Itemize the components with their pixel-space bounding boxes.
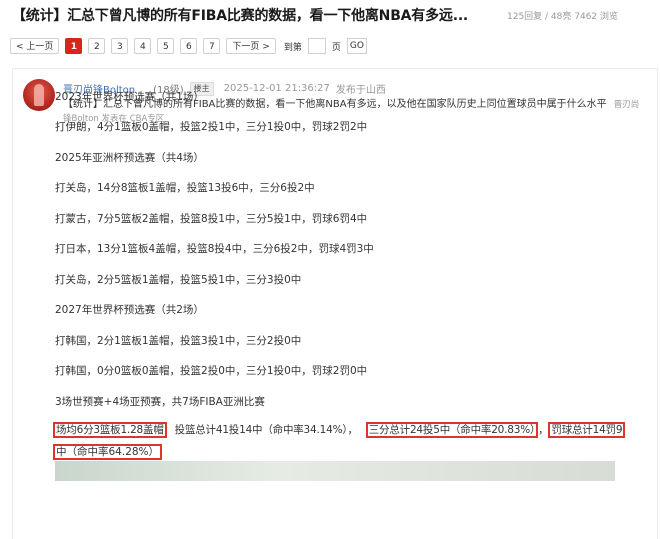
goto-label: 到第 [283,42,302,53]
page-button-7[interactable]: 7 [203,38,221,54]
page-button-2[interactable]: 2 [88,38,106,54]
separator: ， [538,424,549,436]
highlight-line-2: 中（命中率64.28%） [53,444,163,460]
page-button-3[interactable]: 3 [111,38,129,54]
highlight-line-1: 场均6分3篮板1.28盖帽 投篮总计41投14中（命中率34.14%）， 三分总计2… [53,422,626,438]
post-time: 2025-12-01 21:36:27 [223,83,330,94]
thread-header: 【统计】汇总下曾凡博的所有FIBA比赛的数据，看一下他离NBA有多远... 12… [12,0,652,30]
highlight-ft-rate: 中（命中率64.28%） [53,444,163,460]
highlight-avg: 场均6分3篮板1.28盖帽 [53,422,167,438]
content-line: 打关岛，14分8篮板1盖帽，投篮13投6中，三分6投2中 [55,182,315,194]
page-button-4[interactable]: 4 [134,38,152,54]
page-button-5[interactable]: 5 [157,38,175,54]
next-page-button[interactable]: 下一页 > [226,38,276,54]
content-line: 2023年世界杯预选赛（共1场） [55,91,204,103]
prev-page-button[interactable]: < 上一页 [10,38,60,54]
highlight-three: 三分总计24投5中（命中率20.83%） [365,422,539,438]
post-image[interactable] [55,461,615,481]
go-button[interactable]: GO [346,38,367,54]
content-line: 打韩国，2分1篮板1盖帽，投篮3投1中，三分2投0中 [55,335,302,347]
fg-total: 投篮总计41投14中（命中率34.14%）， [174,424,358,436]
page-number-input[interactable] [307,38,326,54]
page-label: 页 [331,42,341,53]
content-line: 3场世预赛+4场亚预赛，共7场FIBA亚洲比赛 [55,396,265,408]
thread-stats: 125回复 / 48亮 7462 浏览 [507,12,619,22]
pagination: < 上一页 1 2 3 4 5 6 7 下一页 > 到第 页 GO [10,37,367,55]
avatar[interactable] [23,79,55,111]
thread-title: 【统计】汇总下曾凡博的所有FIBA比赛的数据，看一下他离NBA有多远... [12,8,469,24]
page-button-6[interactable]: 6 [180,38,198,54]
post-location: 发布于山西 [335,85,386,96]
content-line: 打日本，13分1篮板4盖帽，投篮8投4中，三分6投2中，罚球4罚3中 [55,243,374,255]
content-line: 2025年亚洲杯预选赛（共4场） [55,152,204,164]
page-button-1[interactable]: 1 [65,38,83,54]
content-line: 2027年世界杯预选赛（共2场） [55,304,204,316]
content-line: 打伊朗，4分1篮板0盖帽，投篮2投1中，三分1投0中，罚球2罚2中 [55,121,368,133]
content-line: 打蒙古，7分5篮板2盖帽，投篮8投1中，三分5投1中，罚球6罚4中 [55,213,368,225]
content-line: 打关岛，2分5篮板1盖帽，投篮5投1中，三分3投0中 [55,274,302,286]
content-line: 打韩国，0分0篮板0盖帽，投篮2投0中，三分1投0中，罚球2罚0中 [55,365,368,377]
highlight-ft: 罚球总计14罚9 [548,422,626,438]
